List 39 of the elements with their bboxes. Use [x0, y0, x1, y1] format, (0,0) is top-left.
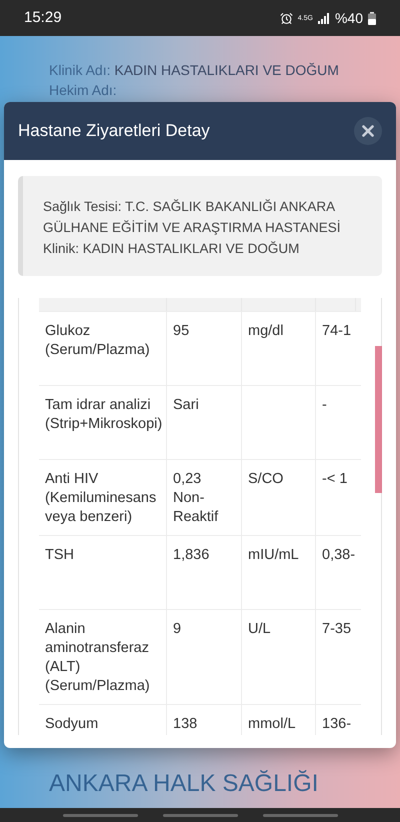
section-heading: ANKARA HALK SAĞLIĞI — [49, 770, 320, 798]
table-cell: 0,23 Non-Reaktif — [173, 471, 218, 525]
alarm-icon — [280, 12, 293, 24]
battery-icon — [368, 12, 376, 24]
close-icon — [359, 122, 377, 140]
table-cell: 9 — [173, 621, 182, 637]
table-cell: - — [322, 397, 327, 413]
close-button[interactable] — [354, 117, 382, 145]
table-cell: -< 1 — [322, 471, 348, 487]
info-line: Hekim Adı: — [49, 81, 118, 100]
table-cell: mmol/L — [248, 716, 296, 732]
table-cell: 1,836 — [173, 547, 210, 563]
table-cell: 136- — [322, 716, 352, 732]
table-cell: 138 — [173, 716, 198, 732]
table-cell: 95 — [173, 323, 190, 339]
nav-handle-icon[interactable] — [62, 814, 138, 816]
dialog-title: Hastane Ziyaretleri Detay — [18, 120, 210, 142]
info-text: Klinik: KADIN HASTALIKLARI VE DOĞUM — [43, 240, 300, 258]
battery-percent: %40 — [334, 8, 363, 28]
table-cell: U/L — [248, 621, 271, 637]
table-cell: mg/dl — [248, 323, 284, 339]
table-cell: Sodyum — [45, 716, 98, 732]
nav-handle-icon[interactable] — [162, 814, 238, 816]
clock-time: 15:29 — [24, 8, 62, 28]
nav-handle-icon[interactable] — [262, 814, 338, 816]
signal-icon — [318, 12, 330, 24]
table-cell: Glukoz (Serum/Plazma) — [45, 323, 150, 358]
info-text: Sağlık Tesisi: T.C. SAĞLIK BAKANLIĞI ANKARA GÜLHANE EĞİTİM VE ARAŞTIRMA HASTANESİ — [43, 198, 342, 237]
table-cell: Anti HIV (Kemiluminesans veya benzeri) — [45, 471, 156, 525]
table-cell: mIU/mL — [248, 547, 299, 563]
table-cell: Alanin aminotransferaz (ALT) (Serum/Plazma) — [45, 621, 150, 694]
table-cell: Tam idrar analizi (Strip+Mikroskopi) — [45, 397, 162, 432]
table-cell: 74-1 — [322, 323, 352, 339]
table-cell: S/CO — [248, 471, 284, 487]
table-cell: 7-35 — [322, 621, 352, 637]
table-cell: TSH — [45, 547, 74, 563]
table-cell: Sari — [173, 397, 199, 413]
table-cell: 0,38- — [322, 547, 356, 563]
info-line: Klinik Adı: KADIN HASTALIKLARI VE DOĞUM — [49, 61, 340, 80]
